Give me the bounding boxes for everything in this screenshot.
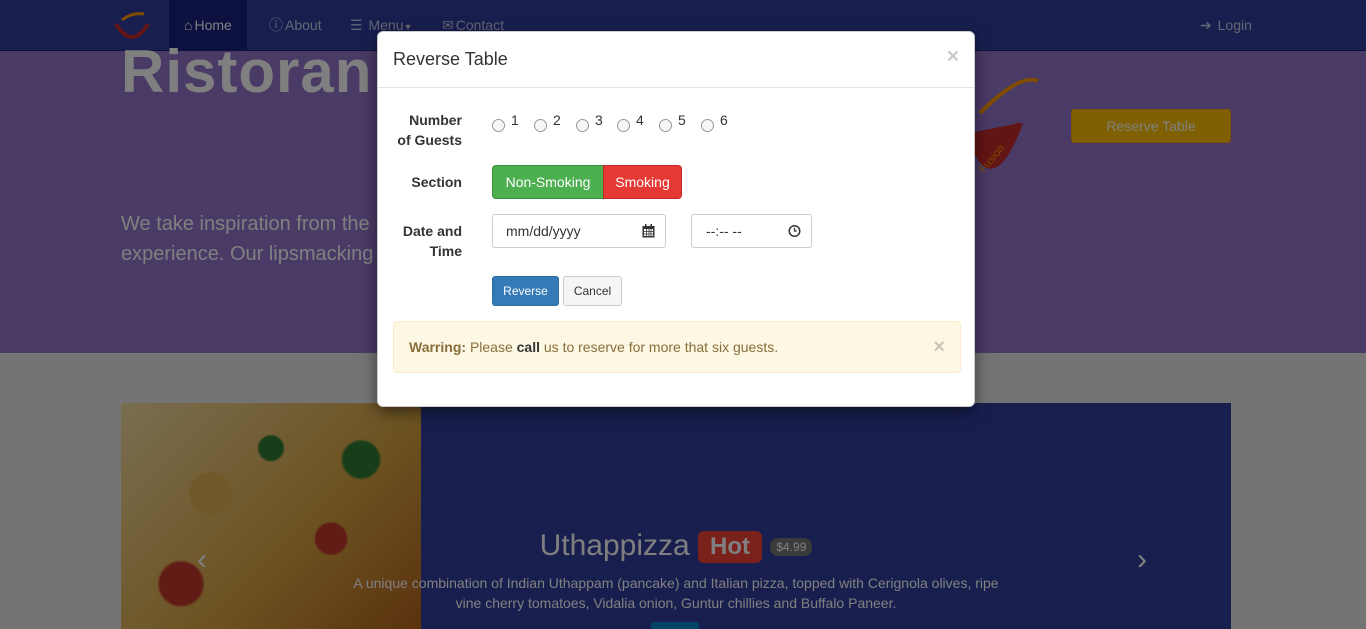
datetime-label: Date and Time: [378, 221, 462, 261]
radio-circle[interactable]: [701, 119, 714, 132]
non-smoking-button[interactable]: Non-Smoking: [492, 165, 604, 199]
radio-circle[interactable]: [659, 119, 672, 132]
radio-circle[interactable]: [492, 119, 505, 132]
guests-label-line: of Guests: [397, 132, 462, 148]
section-label: Section: [411, 174, 462, 190]
cancel-button[interactable]: Cancel: [563, 276, 622, 306]
guests-label: Number of Guests: [378, 110, 462, 150]
datetime-label-line: Time: [429, 243, 462, 259]
alert-call-text: call: [516, 339, 540, 355]
calendar-icon[interactable]: [642, 224, 655, 238]
guest-option-label: 6: [720, 112, 728, 128]
datetime-label-line: Date and: [402, 223, 462, 239]
modal-header: Reverse Table ×: [378, 32, 974, 88]
modal-title: Reverse Table: [393, 49, 508, 69]
alert-close-icon[interactable]: ×: [933, 322, 945, 372]
reserve-table-modal: Reverse Table × Number of Guests 1 2 3 4…: [377, 31, 975, 407]
warning-alert: Warring: Please call us to reserve for m…: [393, 321, 961, 373]
guests-label-line: Number: [409, 112, 462, 128]
radio-circle[interactable]: [576, 119, 589, 132]
close-icon[interactable]: ×: [947, 45, 959, 69]
guest-option-label: 2: [553, 112, 561, 128]
smoking-button[interactable]: Smoking: [603, 165, 682, 199]
alert-strong: Warring:: [409, 339, 467, 355]
guest-option-label: 3: [595, 112, 603, 128]
guest-option-label: 5: [678, 112, 686, 128]
radio-circle[interactable]: [617, 119, 630, 132]
time-input[interactable]: --:-- --: [691, 214, 812, 248]
date-input[interactable]: mm/dd/yyyy: [492, 214, 666, 248]
guest-option-label: 4: [636, 112, 644, 128]
guest-option-label: 1: [511, 112, 519, 128]
alert-text: us to reserve for more that six guests.: [543, 339, 779, 355]
radio-circle[interactable]: [534, 119, 547, 132]
reverse-button[interactable]: Reverse: [492, 276, 559, 306]
date-placeholder: mm/dd/yyyy: [506, 223, 581, 239]
alert-text: Please: [469, 339, 513, 355]
time-placeholder: --:-- --: [706, 223, 742, 239]
clock-icon[interactable]: [788, 224, 801, 238]
